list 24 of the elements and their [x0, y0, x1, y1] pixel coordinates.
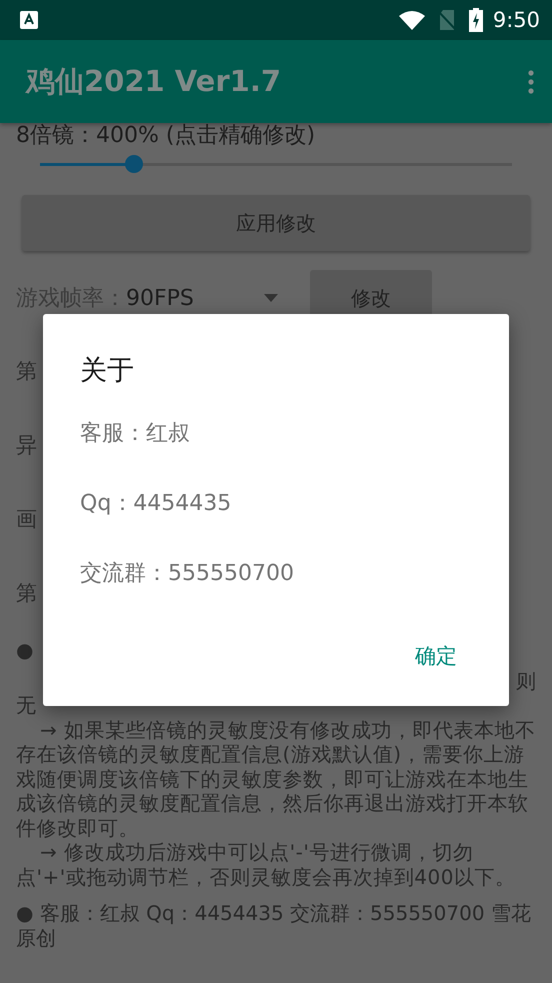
menu-icon[interactable]: [528, 70, 534, 94]
note-paragraph: → 修改成功后游戏中可以点'-'号进行微调，切勿点'+'或拖动调节栏，否则灵敏度会再次掉到400以下。: [16, 840, 516, 889]
dialog-title: 关于: [80, 354, 135, 388]
bullet-mark: ●: [16, 638, 34, 662]
dropdown-caret-icon: [264, 294, 278, 302]
dialog-text: 交流群：555550700: [80, 561, 294, 586]
setting-label: 第: [16, 580, 37, 607]
slider-thumb[interactable]: [125, 155, 144, 173]
note-paragraph: → 如果某些倍镜的灵敏度没有修改成功，即代表本地不存在该倍镜的灵敏度配置信息(游戏默认值)，需要你上游戏随便调度该倍镜下的灵敏度参数，即可让游戏在本地生成该倍镜的灵敏度配置信息，然后你再退出游戏打开本软件修改即可。: [16, 718, 536, 840]
charging-battery-icon: [468, 8, 483, 32]
contact-footer: ● 客服：红叔 Qq：4454435 交流群：555550700 雪花原创: [16, 901, 536, 950]
status-time: 9:50: [492, 8, 540, 32]
note-text: 则: [516, 668, 536, 693]
scope-sensitivity-label[interactable]: 8倍镜：400% (点击精确修改): [16, 123, 536, 149]
app-title: 鸡仙2021 Ver1.7: [26, 62, 282, 100]
wifi-icon: [398, 10, 425, 30]
note-text: 无: [16, 693, 36, 717]
setting-label: 异: [16, 432, 37, 459]
dialog-text: Qq：4454435: [80, 491, 232, 516]
keyboard-a-icon: [20, 11, 38, 29]
ok-button[interactable]: 确定: [405, 638, 467, 674]
setting-label: 第: [16, 358, 37, 385]
setting-label: 画: [16, 506, 37, 533]
dialog-text: 客服：红叔: [80, 421, 190, 446]
